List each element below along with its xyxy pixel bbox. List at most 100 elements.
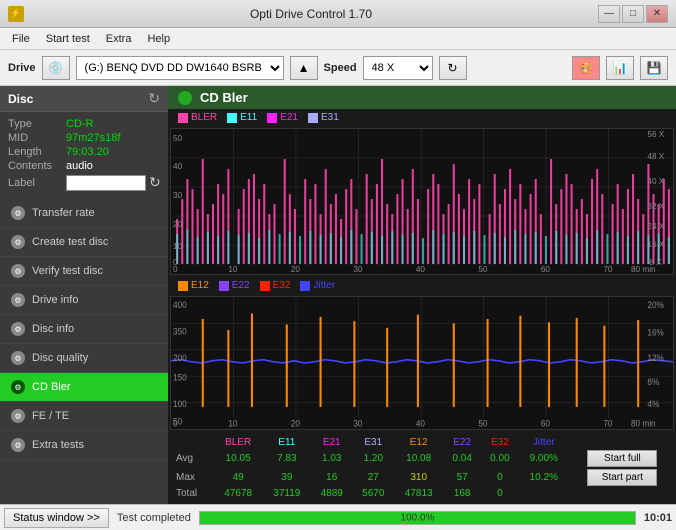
svg-text:40: 40	[416, 419, 425, 429]
sidebar-item-extra-tests[interactable]: ⚙ Extra tests	[0, 431, 168, 460]
svg-text:30: 30	[353, 265, 363, 274]
svg-text:10: 10	[173, 242, 183, 251]
status-window-button[interactable]: Status window >>	[4, 508, 109, 528]
svg-text:16 X: 16 X	[647, 240, 664, 249]
bottom-chart-svg: 400 350 200 150 100 50 20% 16% 12% 8% 4%…	[171, 297, 673, 429]
transfer-rate-icon: ⚙	[10, 205, 26, 221]
menu-extra[interactable]: Extra	[98, 31, 140, 47]
menu-file[interactable]: File	[4, 31, 38, 47]
avg-jitter: 9.00%	[519, 449, 569, 468]
start-part-button[interactable]: Start part	[587, 469, 657, 486]
disc-section-title: Disc	[8, 92, 33, 106]
max-e21: 16	[311, 468, 353, 487]
progress-bar-container: 100.0%	[199, 511, 636, 525]
legend-e12: E12	[178, 280, 209, 291]
verify-test-disc-icon: ⚙	[10, 263, 26, 279]
disc-info-panel: Type CD-R MID 97m27s18f Length 79:03.20 …	[0, 112, 168, 199]
bottom-chart: 400 350 200 150 100 50 20% 16% 12% 8% 4%…	[170, 296, 674, 430]
sidebar-item-fe-te[interactable]: ⚙ FE / TE	[0, 402, 168, 431]
disc-quality-icon: ⚙	[10, 350, 26, 366]
stats-row-max: Max 49 39 16 27 310 57 0 10.2% Start par…	[168, 468, 676, 487]
avg-e22: 0.04	[443, 449, 481, 468]
sidebar-item-cd-bler[interactable]: ⚙ CD Bler	[0, 373, 168, 402]
chart-header: CD Bler	[168, 86, 676, 109]
svg-text:50: 50	[478, 419, 487, 429]
top-chart: 50 40 30 20 10 0 56 X 48 X 40 X 32 X 24 …	[170, 128, 674, 275]
drive-select[interactable]: (G:) BENQ DVD DD DW1640 BSRB	[76, 56, 284, 80]
menu-help[interactable]: Help	[139, 31, 178, 47]
label-refresh-icon[interactable]: ↻	[149, 174, 161, 191]
start-full-button[interactable]: Start full	[587, 450, 657, 467]
sidebar-item-disc-quality[interactable]: ⚙ Disc quality	[0, 344, 168, 373]
svg-text:20: 20	[291, 419, 300, 429]
elapsed-time: 10:01	[644, 512, 672, 524]
avg-label: Avg	[168, 449, 214, 468]
charts-container: 50 40 30 20 10 0 56 X 48 X 40 X 32 X 24 …	[168, 126, 676, 504]
legend-e22: E22	[219, 280, 250, 291]
refresh-button[interactable]: ↻	[439, 56, 467, 80]
col-header-e22: E22	[443, 436, 481, 449]
sidebar-item-create-test-disc[interactable]: ⚙ Create test disc	[0, 228, 168, 257]
col-header-empty	[168, 436, 214, 449]
close-button[interactable]: ✕	[646, 5, 668, 23]
minimize-button[interactable]: —	[598, 5, 620, 23]
svg-text:400: 400	[173, 300, 187, 310]
speed-select[interactable]: 48 X	[363, 56, 433, 80]
mid-value: 97m27s18f	[66, 132, 120, 144]
app-title: Opti Drive Control 1.70	[24, 7, 598, 21]
e31-color	[308, 113, 318, 123]
type-label: Type	[8, 118, 66, 130]
max-e31: 27	[353, 468, 395, 487]
sidebar-item-disc-info[interactable]: ⚙ Disc info	[0, 315, 168, 344]
disc-refresh-icon[interactable]: ↻	[148, 90, 160, 107]
status-text: Test completed	[117, 512, 191, 524]
chart-title: CD Bler	[200, 90, 248, 105]
e11-label: E11	[240, 112, 257, 123]
total-e22: 168	[443, 487, 481, 500]
svg-text:80 min: 80 min	[631, 265, 656, 274]
e12-color	[178, 281, 188, 291]
sidebar-item-transfer-rate[interactable]: ⚙ Transfer rate	[0, 199, 168, 228]
maximize-button[interactable]: □	[622, 5, 644, 23]
save-button[interactable]: 💾	[640, 56, 668, 80]
eject-button[interactable]: ▲	[290, 56, 318, 80]
svg-text:10: 10	[228, 419, 237, 429]
avg-e31: 1.20	[353, 449, 395, 468]
svg-text:56 X: 56 X	[647, 130, 664, 139]
drive-icon-btn[interactable]: 💿	[42, 56, 70, 80]
svg-text:80 min: 80 min	[631, 419, 656, 429]
svg-text:350: 350	[173, 326, 187, 336]
sidebar-item-drive-info[interactable]: ⚙ Drive info	[0, 286, 168, 315]
title-bar: ⚡ Opti Drive Control 1.70 — □ ✕	[0, 0, 676, 28]
length-label: Length	[8, 146, 66, 158]
svg-text:40: 40	[173, 162, 183, 171]
svg-text:30: 30	[353, 419, 362, 429]
color-button[interactable]: 🎨	[572, 56, 600, 80]
sidebar-nav: ⚙ Transfer rate ⚙ Create test disc ⚙ Ver…	[0, 199, 168, 504]
legend-e21: E21	[267, 112, 298, 123]
length-value: 79:03.20	[66, 146, 109, 158]
sidebar-item-verify-test-disc[interactable]: ⚙ Verify test disc	[0, 257, 168, 286]
mid-label: MID	[8, 132, 66, 144]
jitter-label: Jitter	[313, 280, 335, 291]
bler-color	[178, 113, 188, 123]
label-input[interactable]	[66, 175, 146, 191]
svg-text:4%: 4%	[647, 399, 659, 409]
app-icon: ⚡	[8, 6, 24, 22]
menu-start-test[interactable]: Start test	[38, 31, 98, 47]
e22-label: E22	[232, 280, 250, 291]
e11-color	[227, 113, 237, 123]
bler-label: BLER	[191, 112, 217, 123]
svg-text:48 X: 48 X	[647, 152, 664, 161]
drive-bar: Drive 💿 (G:) BENQ DVD DD DW1640 BSRB ▲ S…	[0, 50, 676, 86]
svg-text:100: 100	[173, 399, 187, 409]
chart-button[interactable]: 📊	[606, 56, 634, 80]
svg-text:70: 70	[603, 265, 613, 274]
label-label: Label	[8, 177, 66, 189]
drive-info-icon: ⚙	[10, 292, 26, 308]
e32-color	[260, 281, 270, 291]
col-header-btn	[569, 436, 676, 449]
chart-title-icon	[178, 91, 192, 105]
total-e21: 4889	[311, 487, 353, 500]
disc-header: Disc ↻	[0, 86, 168, 112]
